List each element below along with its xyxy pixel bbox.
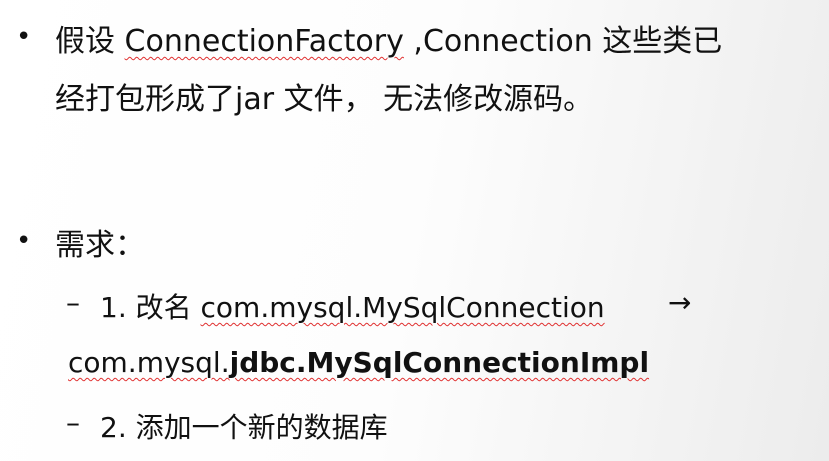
- bullet-icon: •: [16, 22, 32, 52]
- arrow-icon: →: [668, 286, 692, 319]
- class-name: ConnectionFactory: [124, 24, 404, 59]
- add-database-item: 2. 添加一个新的数据库: [100, 411, 388, 444]
- new-class-name: com.mysql.jdbc.MySqlConnectionImpl: [68, 346, 649, 379]
- text: com.mysql.: [68, 346, 230, 379]
- requirements-heading: 需求：: [55, 228, 145, 263]
- text: 1. 改名: [100, 291, 201, 324]
- old-class-name: com.mysql.MySqlConnection: [200, 291, 605, 324]
- text: ,Connection 这些类已: [403, 24, 723, 59]
- text-bold: jdbc.MySqlConnectionImpl: [229, 346, 650, 379]
- dash-icon: –: [66, 286, 80, 319]
- assumption-line-2: 经打包形成了jar 文件， 无法修改源码。: [55, 82, 594, 117]
- text: 假设: [55, 24, 125, 59]
- bullet-icon: •: [16, 226, 32, 256]
- assumption-line-1: 假设 ConnectionFactory ,Connection 这些类已: [55, 16, 722, 60]
- dash-icon: –: [66, 406, 80, 439]
- rename-item: 1. 改名 com.mysql.MySqlConnection: [100, 286, 605, 326]
